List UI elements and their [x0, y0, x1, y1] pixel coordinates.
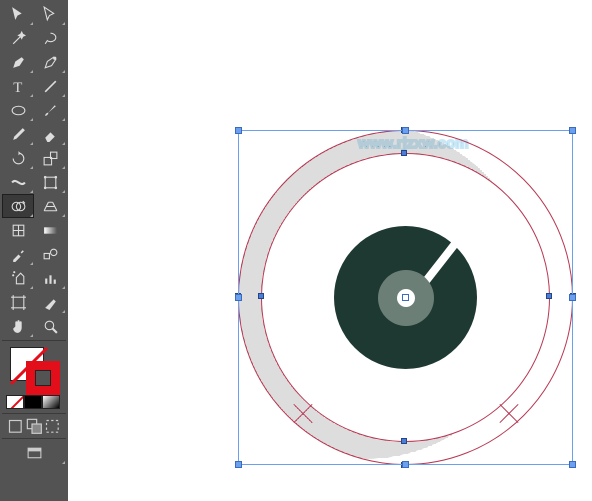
swatch-none[interactable] — [6, 395, 24, 409]
scale-tool[interactable] — [34, 146, 66, 170]
canvas-area[interactable]: www.rjzxw.com — [68, 0, 592, 501]
selection-bounding-box[interactable] — [238, 130, 573, 465]
line-segment-tool[interactable] — [34, 74, 66, 98]
lasso-tool[interactable] — [34, 26, 66, 50]
bbox-handle[interactable] — [569, 461, 576, 468]
rectangle-tool[interactable] — [2, 98, 34, 122]
zoom-tool[interactable] — [34, 314, 66, 338]
blend-tool[interactable] — [34, 242, 66, 266]
bbox-handle[interactable] — [235, 461, 242, 468]
draw-behind[interactable] — [25, 416, 44, 436]
screen-mode-row — [2, 416, 66, 436]
bbox-handle[interactable] — [235, 294, 242, 301]
mesh-tool[interactable] — [2, 218, 34, 242]
selection-tool[interactable] — [2, 2, 34, 26]
swatch-gradient[interactable] — [42, 395, 60, 409]
perspective-grid-tool[interactable] — [34, 194, 66, 218]
symbol-sprayer-tool[interactable] — [2, 266, 34, 290]
shape-builder-tool[interactable] — [2, 194, 34, 218]
pencil-tool[interactable] — [2, 122, 34, 146]
tools-panel: T — [0, 0, 68, 501]
type-tool[interactable]: T — [2, 74, 34, 98]
free-transform-tool[interactable] — [34, 170, 66, 194]
eraser-tool[interactable] — [34, 122, 66, 146]
bbox-handle[interactable] — [569, 127, 576, 134]
slice-tool[interactable] — [34, 290, 66, 314]
fill-stroke-swatch[interactable] — [2, 343, 66, 395]
direct-selection-tool[interactable] — [34, 2, 66, 26]
screen-mode[interactable] — [2, 441, 66, 465]
rotate-tool[interactable] — [2, 146, 34, 170]
draw-normal[interactable] — [6, 416, 25, 436]
bbox-handle[interactable] — [402, 127, 409, 134]
width-tool[interactable] — [2, 170, 34, 194]
bbox-center-handle[interactable] — [402, 294, 409, 301]
stroke-swatch[interactable] — [26, 361, 60, 395]
eyedropper-tool[interactable] — [2, 242, 34, 266]
artboard-tool[interactable] — [2, 290, 34, 314]
gradient-tool[interactable] — [34, 218, 66, 242]
bbox-handle[interactable] — [569, 294, 576, 301]
pen-tool[interactable] — [2, 50, 34, 74]
magic-wand-tool[interactable] — [2, 26, 34, 50]
bbox-handle[interactable] — [235, 127, 242, 134]
swatch-color[interactable] — [24, 395, 42, 409]
curvature-tool[interactable] — [34, 50, 66, 74]
color-mode-row — [2, 395, 66, 411]
svg-text:T: T — [13, 79, 22, 94]
bbox-handle[interactable] — [402, 461, 409, 468]
paintbrush-tool[interactable] — [34, 98, 66, 122]
draw-inside[interactable] — [43, 416, 62, 436]
hand-tool[interactable] — [2, 314, 34, 338]
column-graph-tool[interactable] — [34, 266, 66, 290]
